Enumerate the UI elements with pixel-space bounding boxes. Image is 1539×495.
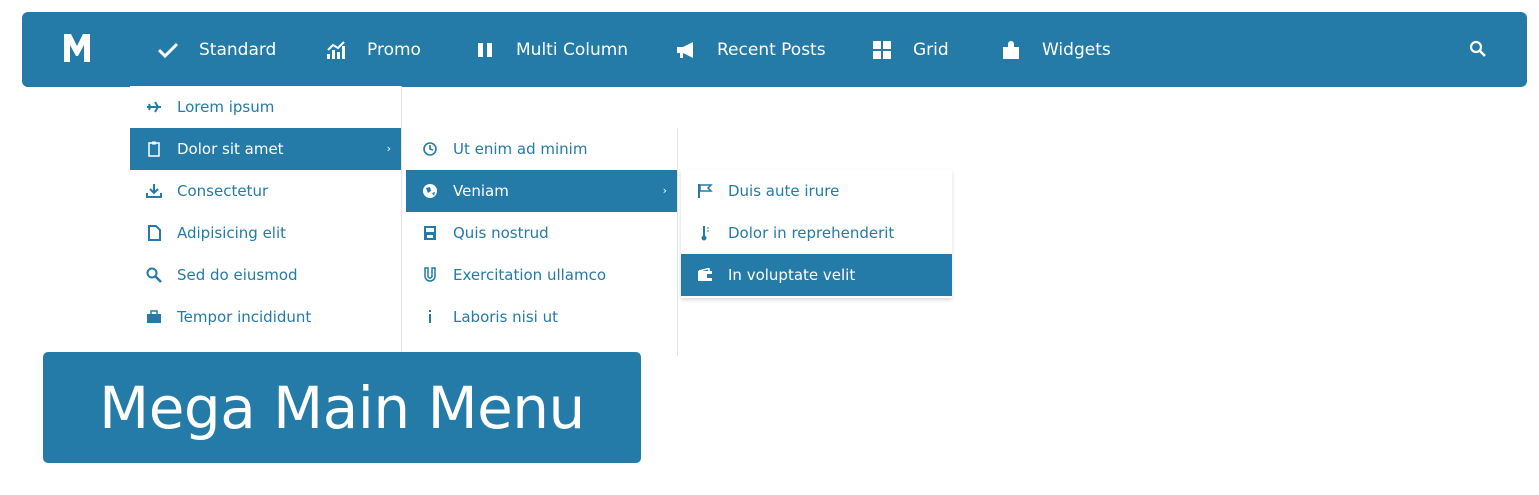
nav-item-label: Multi Column	[516, 39, 629, 60]
menu-item-label: Duis aute irure	[728, 182, 840, 200]
m-logo-icon[interactable]	[62, 30, 92, 66]
nav-item-label: Grid	[913, 39, 949, 60]
menu-item-veniam[interactable]: Veniam ›	[406, 170, 677, 212]
magnet-icon	[422, 267, 438, 283]
search-icon[interactable]	[1468, 39, 1488, 59]
flag-icon	[697, 183, 713, 199]
clipboard-icon	[146, 141, 162, 157]
chevron-right-icon: ›	[662, 184, 667, 197]
megaphone-icon	[675, 39, 697, 61]
puzzle-icon	[1000, 39, 1022, 61]
nav-item-standard[interactable]: Standard	[157, 12, 276, 87]
download-icon	[146, 183, 162, 199]
chart-icon	[325, 39, 347, 61]
menu-item-adipisicing-elit[interactable]: Adipisicing elit	[130, 212, 401, 254]
menu-item-label: Quis nostrud	[453, 224, 549, 242]
menu-item-label: Adipisicing elit	[177, 224, 287, 242]
checkmark-icon	[157, 39, 179, 61]
zoom-icon	[146, 267, 162, 283]
globe-icon	[422, 183, 438, 199]
menu-item-quis-nostrud[interactable]: Quis nostrud	[406, 212, 677, 254]
save-icon	[422, 225, 438, 241]
title-badge: Mega Main Menu	[43, 352, 641, 463]
menu-item-label: Laboris nisi ut	[453, 308, 558, 326]
nav-item-label: Recent Posts	[717, 39, 826, 60]
menu-item-laboris-nisi-ut[interactable]: Laboris nisi ut	[406, 296, 677, 338]
nav-item-label: Standard	[199, 39, 277, 60]
menu-item-label: In voluptate velit	[728, 266, 856, 284]
menu-item-dolor-sit-amet[interactable]: Dolor sit amet ›	[130, 128, 401, 170]
menu-item-label: Lorem ipsum	[177, 98, 275, 116]
document-icon	[146, 225, 162, 241]
menu-item-label: Veniam	[453, 182, 509, 200]
menu-item-dolor-in-reprehenderit[interactable]: Dolor in reprehenderit	[681, 212, 952, 254]
menu-item-label: Ut enim ad minim	[453, 140, 588, 158]
menu-item-label: Dolor sit amet	[177, 140, 284, 158]
history-icon	[422, 141, 438, 157]
nav-item-multi-column[interactable]: Multi Column	[474, 12, 628, 87]
page-title: Mega Main Menu	[99, 373, 585, 442]
wallet-icon	[697, 267, 713, 283]
nav-item-recent-posts[interactable]: Recent Posts	[675, 12, 826, 87]
menu-item-label: Dolor in reprehenderit	[728, 224, 895, 242]
nav-item-label: Widgets	[1042, 39, 1111, 60]
columns-icon	[474, 39, 496, 61]
dropdown-menu-level-1: Lorem ipsum Dolor sit amet › Consectetur…	[130, 86, 402, 356]
info-icon	[422, 309, 438, 325]
menu-item-lorem-ipsum[interactable]: Lorem ipsum	[130, 86, 401, 128]
dropdown-menu-level-3: Duis aute irure Dolor in reprehenderit I…	[681, 170, 952, 298]
menu-item-ut-enim-ad-minim[interactable]: Ut enim ad minim	[406, 128, 677, 170]
nav-item-label: Promo	[367, 39, 421, 60]
menu-item-duis-aute-irure[interactable]: Duis aute irure	[681, 170, 952, 212]
plane-icon	[146, 99, 162, 115]
menu-item-label: Tempor incididunt	[177, 308, 312, 326]
nav-item-widgets[interactable]: Widgets	[1000, 12, 1111, 87]
menu-item-in-voluptate-velit[interactable]: In voluptate velit	[681, 254, 952, 296]
dropdown-menu-level-2: Ut enim ad minim Veniam › Quis nostrud E…	[406, 128, 678, 356]
menu-item-tempor-incididunt[interactable]: Tempor incididunt	[130, 296, 401, 338]
menu-item-sed-do-eiusmod[interactable]: Sed do eiusmod	[130, 254, 401, 296]
briefcase-icon	[146, 309, 162, 325]
chevron-right-icon: ›	[386, 142, 391, 155]
nav-item-promo[interactable]: Promo	[325, 12, 421, 87]
menu-item-label: Exercitation ullamco	[453, 266, 607, 284]
grid-icon	[871, 39, 893, 61]
menu-item-label: Sed do eiusmod	[177, 266, 298, 284]
nav-item-grid[interactable]: Grid	[871, 12, 949, 87]
thermometer-icon	[697, 225, 713, 241]
menu-item-label: Consectetur	[177, 182, 269, 200]
main-navbar: Standard Promo Multi Column Recent Posts…	[22, 12, 1527, 87]
menu-item-exercitation-ullamco[interactable]: Exercitation ullamco	[406, 254, 677, 296]
menu-item-consectetur[interactable]: Consectetur	[130, 170, 401, 212]
